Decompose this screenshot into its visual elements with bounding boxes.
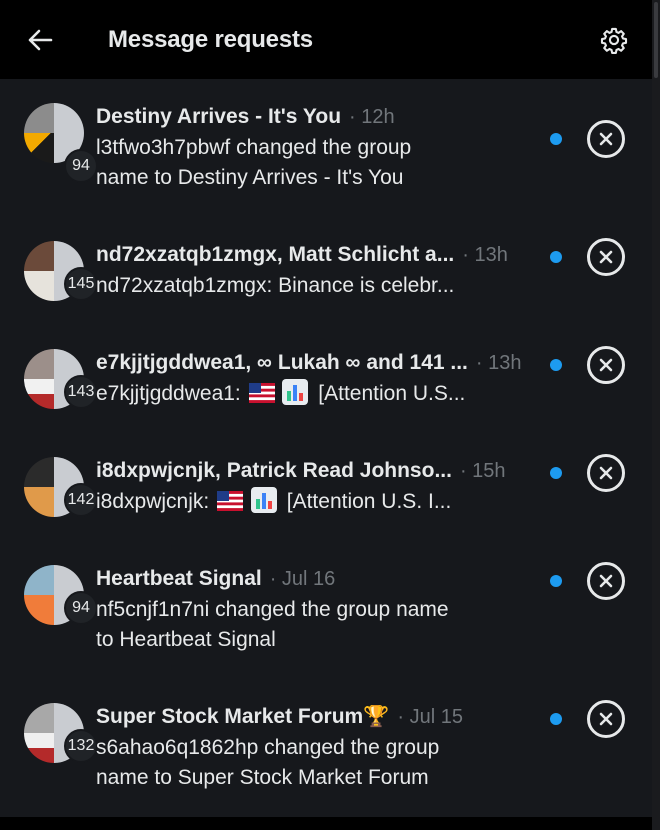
group-name: i8dxpwjcnjk, Patrick Read Johnso... <box>96 459 452 482</box>
message-request-list: 94 Destiny Arrives - It's You · 12h l3tf… <box>0 79 652 817</box>
preview-sender: i8dxpwjcnjk: <box>96 490 210 513</box>
timestamp: · 12h <box>349 106 395 128</box>
dismiss-request-button[interactable] <box>587 562 625 600</box>
close-icon <box>599 250 613 264</box>
dismiss-request-button[interactable] <box>587 346 625 384</box>
close-icon <box>599 358 613 372</box>
scrollbar[interactable] <box>652 0 660 830</box>
group-name: Super Stock Market Forum🏆 <box>96 705 390 728</box>
dismiss-request-button[interactable] <box>587 120 625 158</box>
close-icon <box>599 132 613 146</box>
preview-text: [Attention U.S. I... <box>286 490 452 513</box>
preview-line: name to Super Stock Market Forum <box>96 766 429 789</box>
request-row[interactable]: 145 nd72xzatqb1zmgx, Matt Schlicht a... … <box>0 229 652 309</box>
request-header: e7kjjtjgddwea1, ∞ Lukah ∞ and 141 ... · … <box>96 351 536 375</box>
preview-line: l3tfwo3h7pbwf changed the group <box>96 136 412 159</box>
message-preview: nf5cnjf1n7ni changed the group name to H… <box>96 595 496 655</box>
close-icon <box>599 466 613 480</box>
unread-indicator <box>550 467 562 479</box>
us-flag-icon <box>217 491 244 511</box>
preview-line: s6ahao6q1862hp changed the group <box>96 736 440 759</box>
dismiss-request-button[interactable] <box>587 454 625 492</box>
dismiss-request-button[interactable] <box>587 700 625 738</box>
timestamp: · 13h <box>475 352 522 374</box>
unread-indicator <box>550 359 562 371</box>
preview-line: to Heartbeat Signal <box>96 628 276 651</box>
request-header: Heartbeat Signal · Jul 16 <box>96 567 335 591</box>
timestamp: · Jul 15 <box>397 706 463 728</box>
member-count-badge: 143 <box>64 375 98 409</box>
close-icon <box>599 712 613 726</box>
arrow-left-icon <box>28 29 53 51</box>
close-icon <box>599 574 613 588</box>
member-count-badge: 145 <box>64 267 98 301</box>
group-name: Destiny Arrives - It's You <box>96 105 342 128</box>
unread-indicator <box>550 133 562 145</box>
message-preview: e7kjjtjgddwea1: [Attention U.S... <box>96 379 496 409</box>
back-button[interactable] <box>20 22 60 58</box>
request-row[interactable]: 143 e7kjjtjgddwea1, ∞ Lukah ∞ and 141 ..… <box>0 337 652 417</box>
preview-line: nf5cnjf1n7ni changed the group name <box>96 598 449 621</box>
message-preview: i8dxpwjcnjk: [Attention U.S. I... <box>96 487 496 517</box>
message-preview: l3tfwo3h7pbwf changed the group name to … <box>96 133 496 193</box>
bar-chart-icon <box>282 379 309 405</box>
message-preview: nd72xzatqb1zmgx: Binance is celebr... <box>96 274 455 297</box>
member-count-badge: 132 <box>64 729 98 763</box>
top-bar: Message requests <box>0 0 652 79</box>
request-row[interactable]: 94 Destiny Arrives - It's You · 12h l3tf… <box>0 99 652 199</box>
group-name: nd72xzatqb1zmgx, Matt Schlicht a... <box>96 243 455 266</box>
dismiss-request-button[interactable] <box>587 238 625 276</box>
group-name: e7kjjtjgddwea1, ∞ Lukah ∞ and 141 ... <box>96 351 468 374</box>
request-header: i8dxpwjcnjk, Patrick Read Johnso... · 15… <box>96 459 536 483</box>
request-header: nd72xzatqb1zmgx, Matt Schlicht a... · 13… <box>96 243 536 267</box>
unread-indicator <box>550 713 562 725</box>
settings-button[interactable] <box>594 20 634 60</box>
request-header: Destiny Arrives - It's You · 12h <box>96 105 395 129</box>
bar-chart-icon <box>250 487 277 513</box>
member-count-badge: 142 <box>64 483 98 517</box>
timestamp: · 13h <box>462 244 508 266</box>
unread-indicator <box>550 251 562 263</box>
preview-line: name to Destiny Arrives - It's You <box>96 166 404 189</box>
gear-icon <box>600 27 628 54</box>
us-flag-icon <box>248 383 275 403</box>
preview-text: [Attention U.S... <box>318 382 466 405</box>
timestamp: · 15h <box>459 460 506 482</box>
request-row[interactable]: 132 Super Stock Market Forum🏆 · Jul 15 s… <box>0 691 652 791</box>
bottom-edge <box>0 817 652 830</box>
timestamp: · Jul 16 <box>269 568 336 590</box>
preview-sender: e7kjjtjgddwea1: <box>96 382 241 405</box>
group-name: Heartbeat Signal <box>96 567 262 590</box>
member-count-badge: 94 <box>64 591 98 625</box>
scrollbar-thumb[interactable] <box>654 2 658 78</box>
request-row[interactable]: 142 i8dxpwjcnjk, Patrick Read Johnso... … <box>0 445 652 525</box>
page-title: Message requests <box>108 26 313 53</box>
member-count-badge: 94 <box>64 149 98 183</box>
request-row[interactable]: 94 Heartbeat Signal · Jul 16 nf5cnjf1n7n… <box>0 553 652 653</box>
unread-indicator <box>550 575 562 587</box>
request-header: Super Stock Market Forum🏆 · Jul 15 <box>96 705 463 729</box>
message-preview: s6ahao6q1862hp changed the group name to… <box>96 733 496 793</box>
